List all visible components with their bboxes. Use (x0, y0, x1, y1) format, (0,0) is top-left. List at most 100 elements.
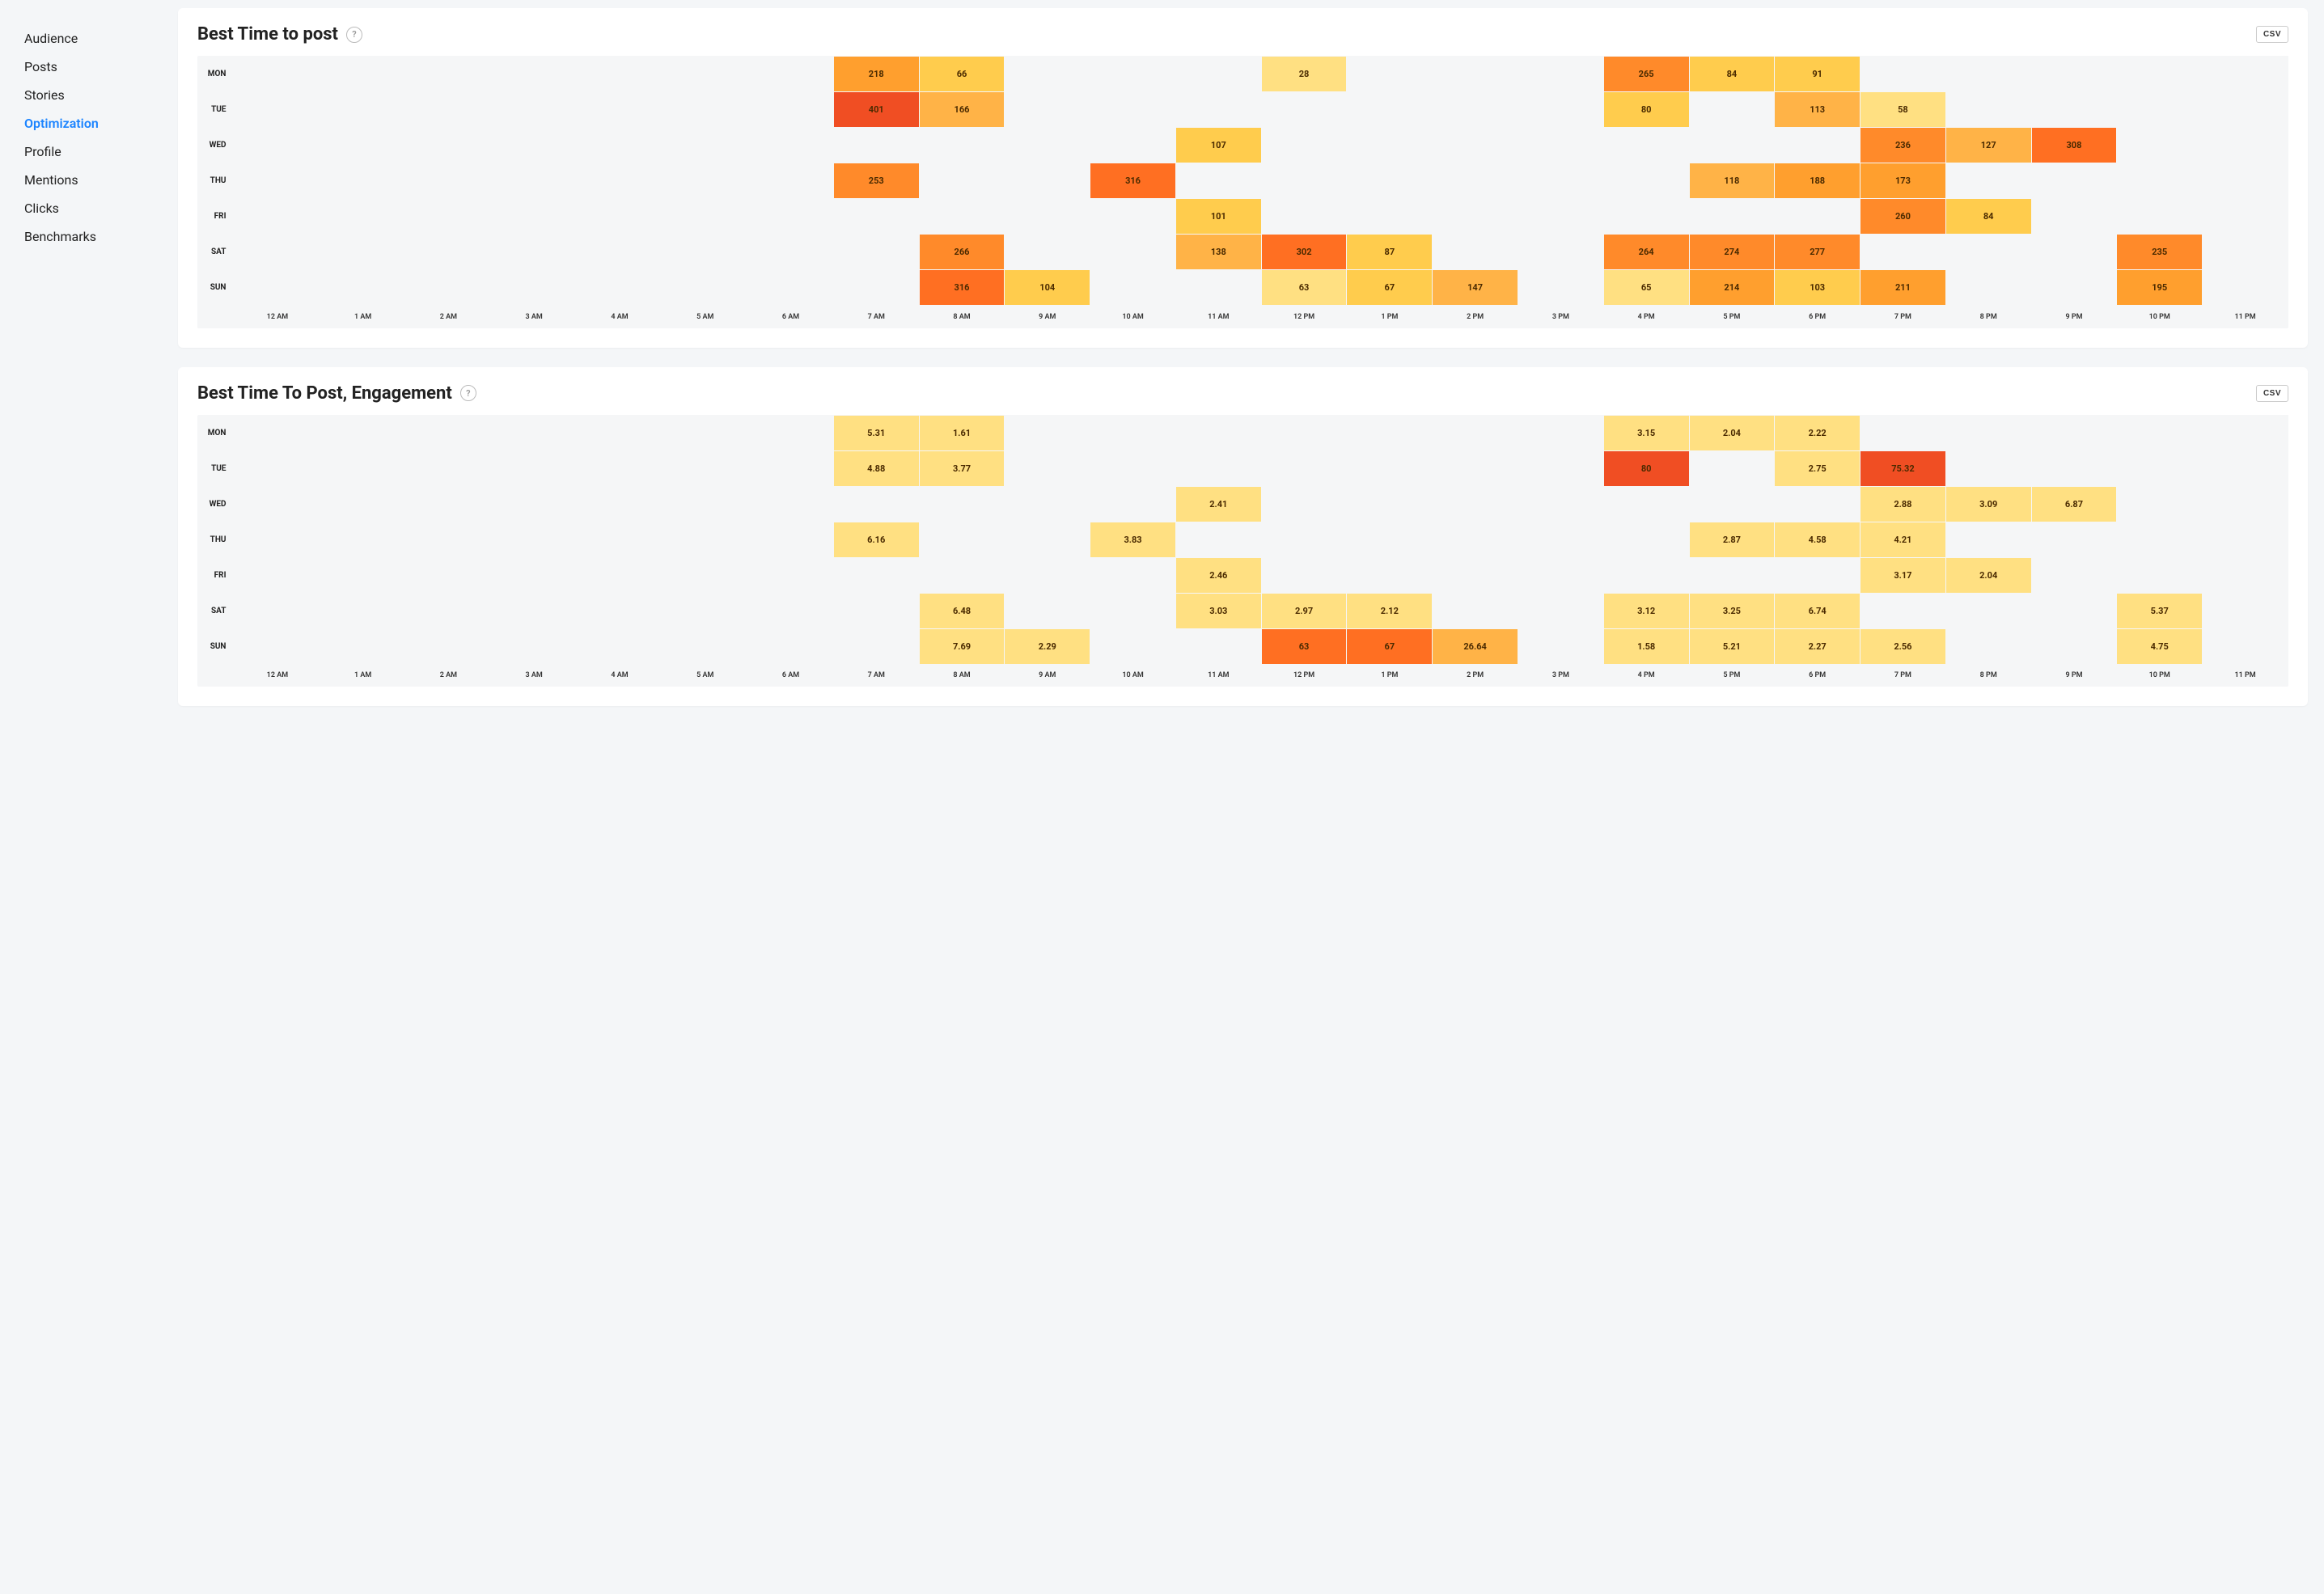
heatmap-cell[interactable] (320, 235, 406, 270)
heatmap-cell[interactable] (491, 593, 577, 628)
heatmap-cell[interactable] (662, 628, 748, 664)
heatmap-cell[interactable] (1090, 415, 1176, 450)
heatmap-cell[interactable] (1518, 415, 1603, 450)
heatmap-cell[interactable]: 2.88 (1860, 486, 1946, 522)
heatmap-cell[interactable]: 302 (1261, 235, 1347, 270)
heatmap-cell[interactable] (577, 486, 662, 522)
heatmap-cell[interactable] (833, 593, 919, 628)
heatmap-cell[interactable]: 28 (1261, 57, 1347, 92)
heatmap-cell[interactable] (662, 450, 748, 486)
heatmap-cell[interactable] (320, 522, 406, 557)
heatmap-cell[interactable]: 2.04 (1945, 557, 2031, 593)
heatmap-cell[interactable] (320, 199, 406, 235)
heatmap-cell[interactable]: 2.46 (1175, 557, 1261, 593)
heatmap-cell[interactable]: 195 (2117, 270, 2203, 306)
heatmap-cell[interactable] (1433, 92, 1518, 128)
heatmap-cell[interactable] (833, 628, 919, 664)
heatmap-cell[interactable] (1261, 415, 1347, 450)
heatmap-cell[interactable] (2117, 450, 2203, 486)
heatmap-cell[interactable]: 107 (1175, 128, 1261, 163)
heatmap-cell[interactable] (1945, 415, 2031, 450)
heatmap-cell[interactable] (2031, 270, 2117, 306)
heatmap-cell[interactable]: 3.09 (1945, 486, 2031, 522)
heatmap-cell[interactable] (1603, 128, 1689, 163)
heatmap-cell[interactable] (2031, 92, 2117, 128)
heatmap-cell[interactable] (919, 522, 1005, 557)
heatmap-cell[interactable] (1860, 57, 1946, 92)
heatmap-cell[interactable]: 1.58 (1603, 628, 1689, 664)
heatmap-cell[interactable] (577, 415, 662, 450)
heatmap-cell[interactable] (406, 270, 492, 306)
heatmap-cell[interactable] (2203, 557, 2288, 593)
heatmap-cell[interactable] (235, 128, 320, 163)
heatmap-cell[interactable]: 3.17 (1860, 557, 1946, 593)
heatmap-cell[interactable] (1945, 57, 2031, 92)
heatmap-cell[interactable] (1433, 486, 1518, 522)
heatmap-cell[interactable]: 2.87 (1689, 522, 1775, 557)
heatmap-cell[interactable] (662, 57, 748, 92)
heatmap-cell[interactable] (491, 486, 577, 522)
heatmap-cell[interactable] (1433, 163, 1518, 199)
heatmap-cell[interactable] (2203, 235, 2288, 270)
heatmap-cell[interactable] (235, 199, 320, 235)
heatmap-cell[interactable]: 2.29 (1005, 628, 1090, 664)
heatmap-cell[interactable] (2031, 557, 2117, 593)
heatmap-cell[interactable]: 2.04 (1689, 415, 1775, 450)
heatmap-cell[interactable] (1090, 557, 1176, 593)
heatmap-cell[interactable] (1860, 235, 1946, 270)
heatmap-cell[interactable] (662, 235, 748, 270)
heatmap-cell[interactable] (1005, 57, 1090, 92)
heatmap-cell[interactable] (577, 235, 662, 270)
heatmap-cell[interactable] (919, 199, 1005, 235)
heatmap-cell[interactable] (2203, 163, 2288, 199)
heatmap-cell[interactable] (1005, 415, 1090, 450)
heatmap-cell[interactable]: 138 (1175, 235, 1261, 270)
heatmap-cell[interactable] (491, 450, 577, 486)
heatmap-cell[interactable] (919, 163, 1005, 199)
heatmap-cell[interactable] (320, 415, 406, 450)
heatmap-cell[interactable] (2117, 92, 2203, 128)
heatmap-cell[interactable]: 84 (1689, 57, 1775, 92)
heatmap-cell[interactable] (748, 163, 834, 199)
heatmap-cell[interactable] (1518, 128, 1603, 163)
heatmap-cell[interactable] (491, 199, 577, 235)
heatmap-cell[interactable] (1603, 486, 1689, 522)
heatmap-cell[interactable] (748, 128, 834, 163)
heatmap-cell[interactable]: 2.41 (1175, 486, 1261, 522)
heatmap-cell[interactable] (1945, 522, 2031, 557)
heatmap-cell[interactable] (1005, 450, 1090, 486)
heatmap-cell[interactable] (1433, 128, 1518, 163)
heatmap-cell[interactable] (1603, 199, 1689, 235)
heatmap-cell[interactable] (662, 557, 748, 593)
heatmap-cell[interactable]: 4.75 (2117, 628, 2203, 664)
heatmap-cell[interactable] (1090, 128, 1176, 163)
heatmap-cell[interactable]: 2.75 (1775, 450, 1860, 486)
heatmap-cell[interactable] (919, 557, 1005, 593)
heatmap-cell[interactable] (320, 163, 406, 199)
heatmap-cell[interactable] (1689, 92, 1775, 128)
heatmap-cell[interactable] (1175, 92, 1261, 128)
sidebar-item-posts[interactable]: Posts (24, 53, 170, 81)
heatmap-cell[interactable]: 67 (1347, 628, 1433, 664)
heatmap-cell[interactable] (406, 593, 492, 628)
heatmap-cell[interactable] (1945, 92, 2031, 128)
heatmap-cell[interactable] (1090, 450, 1176, 486)
heatmap-cell[interactable] (1775, 486, 1860, 522)
heatmap-cell[interactable]: 113 (1775, 92, 1860, 128)
heatmap-cell[interactable] (1433, 593, 1518, 628)
heatmap-cell[interactable] (320, 450, 406, 486)
heatmap-cell[interactable]: 316 (1090, 163, 1176, 199)
heatmap-cell[interactable] (1518, 270, 1603, 306)
heatmap-cell[interactable] (406, 92, 492, 128)
heatmap-cell[interactable] (919, 128, 1005, 163)
heatmap-cell[interactable]: 2.22 (1775, 415, 1860, 450)
heatmap-cell[interactable] (1261, 163, 1347, 199)
csv-button[interactable]: CSV (2256, 385, 2288, 402)
sidebar-item-mentions[interactable]: Mentions (24, 166, 170, 194)
sidebar-item-optimization[interactable]: Optimization (24, 109, 170, 137)
heatmap-cell[interactable] (748, 235, 834, 270)
heatmap-cell[interactable] (2203, 57, 2288, 92)
heatmap-cell[interactable] (577, 128, 662, 163)
heatmap-cell[interactable]: 3.25 (1689, 593, 1775, 628)
heatmap-cell[interactable] (491, 128, 577, 163)
